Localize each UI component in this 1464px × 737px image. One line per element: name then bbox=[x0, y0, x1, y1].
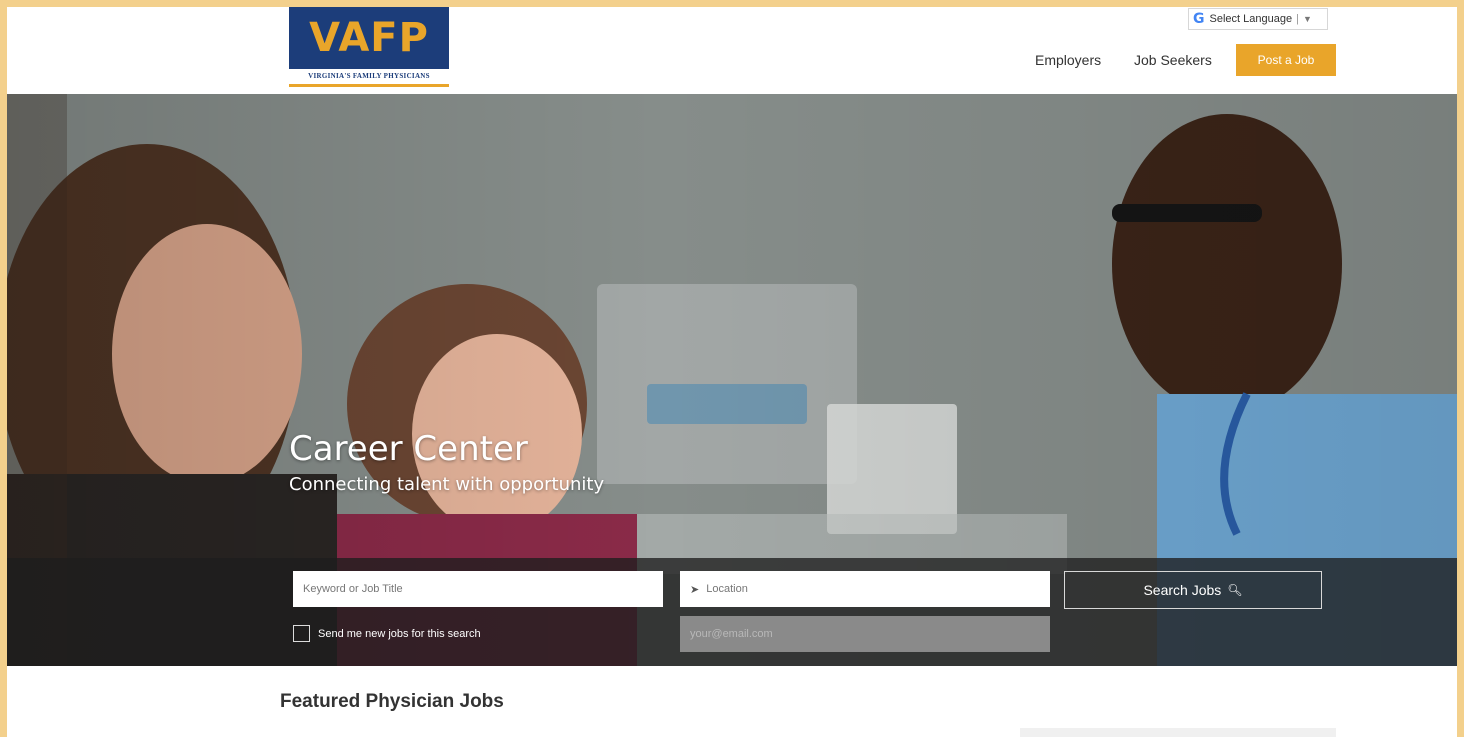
logo-text: VAFP bbox=[309, 15, 429, 61]
job-search-bar: Keyword or Job Title ➤ Location Search J… bbox=[7, 558, 1457, 666]
page: VAFP VIRGINIA'S FAMILY PHYSICIANS G Sele… bbox=[7, 7, 1457, 737]
logo-subtitle: VIRGINIA'S FAMILY PHYSICIANS bbox=[289, 69, 449, 84]
email-placeholder: your@email.com bbox=[690, 628, 773, 640]
language-selector[interactable]: G Select Language | ▼ bbox=[1188, 8, 1328, 30]
job-alert-label: Send me new jobs for this search bbox=[318, 627, 481, 640]
post-a-job-button[interactable]: Post a Job bbox=[1236, 44, 1336, 76]
hero-banner: Career Center Connecting talent with opp… bbox=[7, 94, 1457, 666]
search-jobs-button[interactable]: Search Jobs 🔍︎ bbox=[1064, 571, 1322, 609]
hero-title: Career Center bbox=[289, 429, 528, 469]
site-header: VAFP VIRGINIA'S FAMILY PHYSICIANS G Sele… bbox=[7, 7, 1457, 94]
nav-job-seekers-link[interactable]: Job Seekers bbox=[1134, 52, 1212, 68]
dropdown-arrow-icon: ▼ bbox=[1302, 14, 1312, 24]
email-input[interactable]: your@email.com bbox=[680, 616, 1050, 652]
featured-jobs-heading: Featured Physician Jobs bbox=[280, 691, 504, 712]
language-selector-label: Select Language bbox=[1209, 13, 1293, 25]
location-arrow-icon: ➤ bbox=[690, 583, 700, 596]
job-alert-row: Send me new jobs for this search bbox=[293, 625, 481, 642]
google-g-icon: G bbox=[1193, 11, 1205, 27]
search-icon: 🔍︎ bbox=[1227, 583, 1243, 597]
vafp-logo[interactable]: VAFP VIRGINIA'S FAMILY PHYSICIANS bbox=[289, 7, 449, 87]
location-placeholder: Location bbox=[706, 583, 748, 595]
hero-subtitle: Connecting talent with opportunity bbox=[289, 474, 605, 495]
nav-employers-link[interactable]: Employers bbox=[1035, 52, 1101, 68]
language-separator: | bbox=[1296, 13, 1299, 25]
location-input[interactable]: ➤ Location bbox=[680, 571, 1050, 607]
keyword-input[interactable]: Keyword or Job Title bbox=[293, 571, 663, 607]
sidebar-panel bbox=[1020, 728, 1336, 737]
keyword-placeholder: Keyword or Job Title bbox=[303, 583, 403, 595]
search-jobs-label: Search Jobs bbox=[1143, 582, 1222, 598]
job-alert-checkbox[interactable] bbox=[293, 625, 310, 642]
